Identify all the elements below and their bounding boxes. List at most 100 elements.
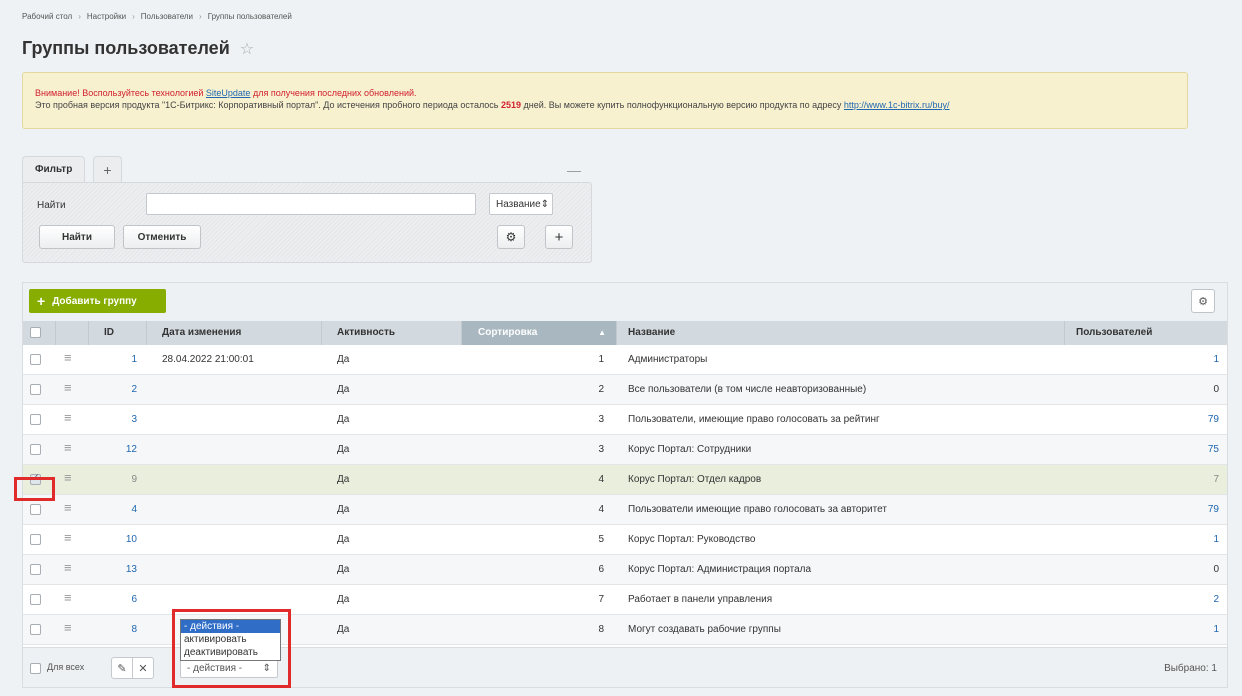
row-users[interactable]: 0	[1066, 375, 1219, 405]
table-row[interactable]: ≡ 12 Да 3 Корус Портал: Сотрудники 75	[23, 435, 1227, 465]
row-menu-icon[interactable]: ≡	[64, 560, 72, 575]
row-sort: 3	[598, 444, 604, 455]
cancel-button[interactable]: Отменить	[123, 225, 201, 249]
row-checkbox[interactable]	[30, 594, 41, 605]
filter-field-select[interactable]: Название ⇕	[489, 193, 553, 215]
row-users[interactable]: 0	[1066, 555, 1219, 585]
row-menu-icon[interactable]: ≡	[64, 530, 72, 545]
row-menu-icon[interactable]: ≡	[64, 590, 72, 605]
row-id[interactable]: 1	[95, 345, 137, 375]
filter-settings-gear-icon[interactable]: ⚙	[497, 225, 525, 249]
for-all-checkbox[interactable]	[30, 663, 41, 674]
row-checkbox[interactable]	[30, 354, 41, 365]
breadcrumb-separator: ›	[78, 12, 81, 21]
row-checkbox[interactable]	[30, 384, 41, 395]
table-row[interactable]: ≡ 9 Да 4 Корус Портал: Отдел кадров 7	[23, 465, 1227, 495]
row-users[interactable]: 75	[1066, 435, 1219, 465]
notice-text: для получения последних обновлений.	[250, 88, 417, 98]
row-id[interactable]: 13	[95, 555, 137, 585]
column-sort-label: Сортировка	[478, 327, 538, 338]
row-id[interactable]: 8	[95, 615, 137, 645]
filter-tabs: Фильтр +	[22, 156, 122, 182]
row-id[interactable]: 6	[95, 585, 137, 615]
row-name: Пользователи имеющие право голосовать за…	[628, 504, 887, 515]
row-checkbox[interactable]	[30, 414, 41, 425]
row-users[interactable]: 1	[1066, 525, 1219, 555]
table-row[interactable]: ≡ 2 Да 2 Все пользователи (в том числе неавт…	[23, 375, 1227, 405]
row-checkbox[interactable]	[30, 504, 41, 515]
row-id[interactable]: 4	[95, 495, 137, 525]
row-users[interactable]: 79	[1066, 405, 1219, 435]
row-id[interactable]: 10	[95, 525, 137, 555]
row-users[interactable]: 1	[1066, 345, 1219, 375]
row-active: Да	[337, 624, 350, 635]
add-filter-tab-button[interactable]: +	[93, 156, 122, 182]
breadcrumb-item[interactable]: Группы пользователей	[208, 12, 292, 21]
selected-count: Выбрано: 1	[1164, 663, 1217, 674]
row-users[interactable]: 2	[1066, 585, 1219, 615]
breadcrumb-item[interactable]: Рабочий стол	[22, 12, 72, 21]
add-group-button[interactable]: + Добавить группу	[29, 289, 166, 313]
row-id[interactable]: 3	[95, 405, 137, 435]
row-checkbox[interactable]	[30, 534, 41, 545]
table-row[interactable]: ≡ 1 28.04.2022 21:00:01 Да 1 Администраторы 1	[23, 345, 1227, 375]
row-menu-icon[interactable]: ≡	[64, 470, 72, 485]
select-all-checkbox[interactable]	[30, 327, 41, 338]
trial-days: 2519	[501, 100, 522, 110]
table-row[interactable]: ≡ 10 Да 5 Корус Портал: Руководство 1	[23, 525, 1227, 555]
row-id[interactable]: 12	[95, 435, 137, 465]
row-id[interactable]: 9	[95, 465, 137, 495]
row-name: Все пользователи (в том числе неавторизо…	[628, 384, 867, 395]
row-users[interactable]: 1	[1066, 615, 1219, 645]
table-settings-gear-icon[interactable]: ⚙	[1191, 289, 1215, 313]
row-sort: 1	[598, 354, 604, 365]
edit-pencil-icon[interactable]: ✎	[111, 657, 133, 679]
find-button[interactable]: Найти	[39, 225, 115, 249]
add-group-label: Добавить группу	[52, 295, 137, 307]
find-input[interactable]	[146, 193, 476, 215]
favorite-star-icon[interactable]: ☆	[240, 39, 254, 59]
buy-link[interactable]: http://www.1c-bitrix.ru/buy/	[844, 100, 950, 110]
row-menu-icon[interactable]: ≡	[64, 500, 72, 515]
header-menu-cell	[56, 321, 89, 345]
row-users[interactable]: 7	[1066, 465, 1219, 495]
collapse-filter-icon[interactable]: —	[567, 162, 581, 178]
row-menu-icon[interactable]: ≡	[64, 620, 72, 635]
tab-filter[interactable]: Фильтр	[22, 156, 86, 182]
row-id[interactable]: 2	[95, 375, 137, 405]
table-toolbar: + Добавить группу ⚙	[23, 283, 1227, 321]
column-users[interactable]: Пользователей	[1065, 321, 1229, 345]
siteupdate-link[interactable]: SiteUpdate	[206, 88, 251, 98]
notice-text: дней. Вы можете купить полнофункциональн…	[521, 100, 844, 110]
column-date[interactable]: Дата изменения	[147, 321, 322, 345]
page-title: Группы пользователей ☆	[22, 38, 254, 59]
row-menu-icon[interactable]: ≡	[64, 440, 72, 455]
notice-text: Внимание! Воспользуйтесь технологией	[35, 88, 206, 98]
page-title-text: Группы пользователей	[22, 38, 230, 58]
breadcrumb-item[interactable]: Пользователи	[141, 12, 193, 21]
row-users[interactable]: 79	[1066, 495, 1219, 525]
find-label: Найти	[37, 200, 66, 211]
column-name[interactable]: Название	[617, 321, 1065, 345]
row-menu-icon[interactable]: ≡	[64, 380, 72, 395]
table-row[interactable]: ≡ 13 Да 6 Корус Портал: Администрация портал…	[23, 555, 1227, 585]
breadcrumb-item[interactable]: Настройки	[87, 12, 126, 21]
row-date: 28.04.2022 21:00:01	[162, 354, 254, 365]
row-active: Да	[337, 414, 350, 425]
delete-icon[interactable]: ✕	[132, 657, 154, 679]
row-name: Работает в панели управления	[628, 594, 773, 605]
row-checkbox[interactable]	[30, 564, 41, 575]
select-arrows-icon: ⇕	[540, 199, 550, 210]
table-row[interactable]: ≡ 4 Да 4 Пользователи имеющие право голосова…	[23, 495, 1227, 525]
row-active: Да	[337, 594, 350, 605]
table-row[interactable]: ≡ 3 Да 3 Пользователи, имеющие право голосов…	[23, 405, 1227, 435]
column-active[interactable]: Активность	[322, 321, 462, 345]
row-checkbox[interactable]	[30, 624, 41, 635]
row-menu-icon[interactable]: ≡	[64, 410, 72, 425]
row-checkbox[interactable]	[30, 444, 41, 455]
table-header: ID Дата изменения Активность Сортировка …	[23, 321, 1227, 345]
column-id[interactable]: ID	[89, 321, 147, 345]
add-filter-field-button[interactable]: +	[545, 225, 573, 249]
row-menu-icon[interactable]: ≡	[64, 350, 72, 365]
column-sort[interactable]: Сортировка ▲	[462, 321, 617, 345]
